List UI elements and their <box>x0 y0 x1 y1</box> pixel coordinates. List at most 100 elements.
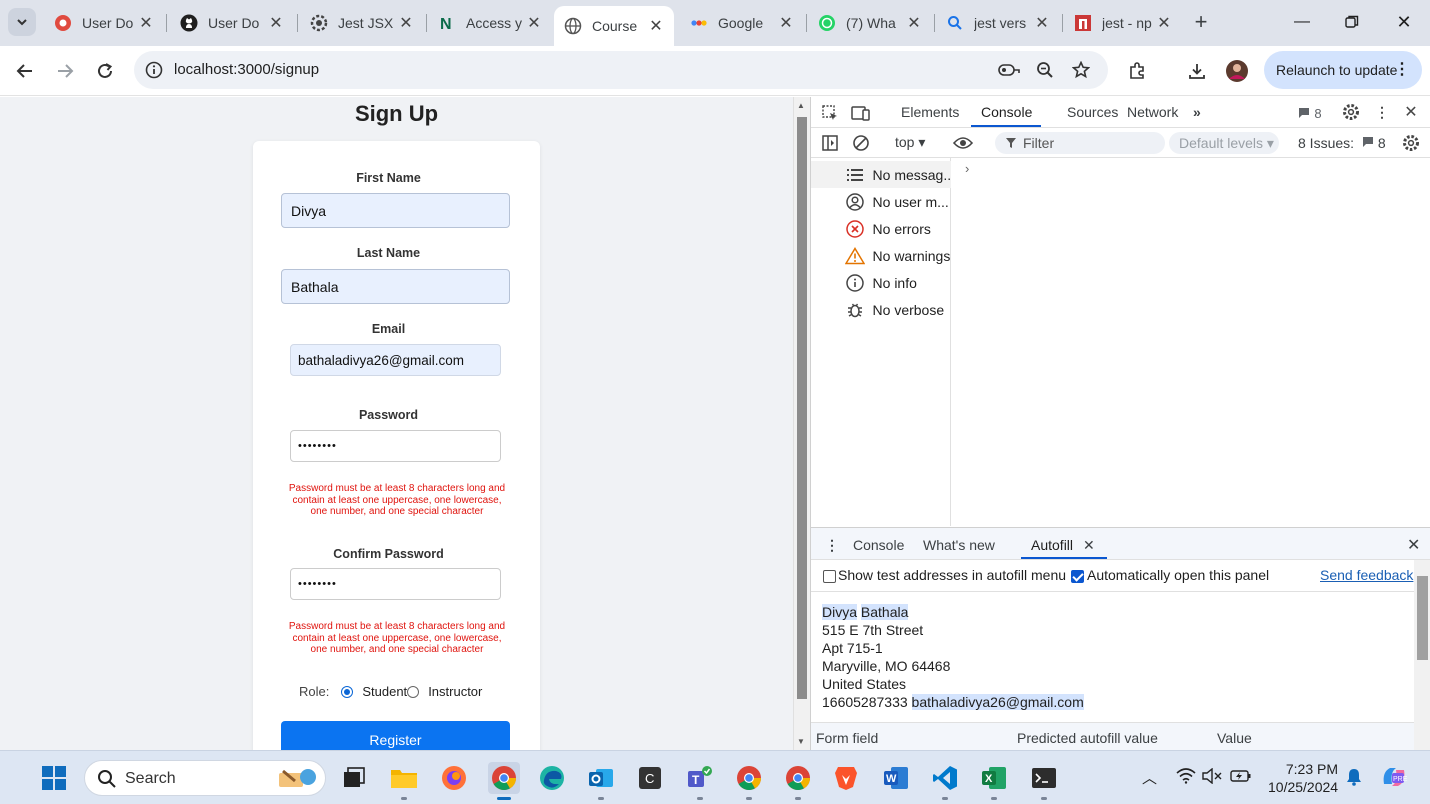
tab-elements[interactable]: Elements <box>901 104 959 120</box>
battery-icon[interactable] <box>1230 768 1252 788</box>
browser-tab[interactable]: Google ✕ <box>680 6 804 40</box>
close-icon[interactable]: ✕ <box>526 13 542 33</box>
browser-tab[interactable]: (7) Wha ✕ <box>808 6 932 40</box>
extensions-button[interactable] <box>1124 58 1150 84</box>
profile-avatar[interactable] <box>1224 58 1250 84</box>
terminal-app[interactable] <box>1028 762 1060 794</box>
close-icon[interactable]: ✕ <box>398 13 414 33</box>
sidebar-toggle-icon[interactable] <box>820 133 840 153</box>
drawer-tab-whats-new[interactable]: What's new <box>923 537 995 553</box>
console-prompt-chevron-icon[interactable]: › <box>965 161 969 176</box>
relaunch-button[interactable]: Relaunch to update ⋮ <box>1264 51 1422 89</box>
bookmark-star-icon[interactable] <box>1070 59 1092 81</box>
send-feedback-link[interactable]: Send feedback <box>1320 567 1413 583</box>
forward-button[interactable] <box>52 58 78 84</box>
browser-tab[interactable]: Jest JSX ✕ <box>300 6 424 40</box>
close-icon[interactable]: ✕ <box>138 13 154 33</box>
tab-sources[interactable]: Sources <box>1067 104 1118 120</box>
password-key-icon[interactable] <box>998 59 1020 81</box>
browser-tab[interactable]: User Do ✕ <box>44 6 164 40</box>
more-tabs-icon[interactable]: » <box>1193 104 1201 120</box>
sidebar-item-verbose[interactable]: No verbose <box>811 296 951 323</box>
console-settings-icon[interactable] <box>1401 133 1421 153</box>
browser-tab[interactable]: jest - np ✕ <box>1064 6 1182 40</box>
grid-header-predicted[interactable]: Predicted autofill value <box>1017 730 1158 746</box>
drawer-scrollbar[interactable] <box>1414 560 1430 751</box>
browser-tab[interactable]: N Access y ✕ <box>428 6 552 40</box>
drawer-menu-icon[interactable]: ⋮ <box>825 537 839 554</box>
notification-bell-icon[interactable] <box>1346 768 1362 790</box>
task-view-app[interactable] <box>338 762 370 794</box>
close-devtools-icon[interactable]: ✕ <box>1401 102 1421 122</box>
browser-tab[interactable]: User Do ✕ <box>170 6 294 40</box>
close-autofill-tab-icon[interactable]: ✕ <box>1083 537 1095 554</box>
tab-network[interactable]: Network <box>1127 104 1178 120</box>
chrome-profile-app-2[interactable] <box>782 762 814 794</box>
settings-gear-icon[interactable] <box>1341 102 1361 122</box>
email-field[interactable]: bathaladivya26@gmail.com <box>290 344 501 376</box>
menu-dots-icon[interactable]: ⋮ <box>1394 51 1410 89</box>
issues-counter[interactable]: 8 Issues: 8 <box>1298 135 1386 151</box>
show-test-addresses-checkbox[interactable] <box>823 570 836 583</box>
sidebar-item-messages[interactable]: No messag... <box>811 161 951 188</box>
page-scrollbar[interactable]: ▲ ▼ <box>793 97 810 750</box>
edge-app[interactable] <box>536 762 568 794</box>
reload-button[interactable] <box>92 58 118 84</box>
chrome-app-active[interactable] <box>488 762 520 794</box>
scroll-down-icon[interactable]: ▼ <box>797 737 805 746</box>
live-expression-eye-icon[interactable] <box>953 133 973 153</box>
outlook-app[interactable] <box>585 762 617 794</box>
context-selector[interactable]: top ▾ <box>895 134 925 151</box>
close-icon[interactable]: ✕ <box>906 13 922 33</box>
drawer-tab-autofill[interactable]: Autofill <box>1031 537 1073 553</box>
close-icon[interactable]: ✕ <box>268 13 284 33</box>
taskbar-search[interactable]: Search <box>84 760 326 796</box>
more-options-icon[interactable]: ⋮ <box>1372 102 1392 122</box>
scroll-up-icon[interactable]: ▲ <box>797 101 805 110</box>
file-explorer-app[interactable] <box>388 762 420 794</box>
new-tab-button[interactable]: + <box>1188 10 1214 36</box>
copilot-icon[interactable]: PRE <box>1380 764 1408 794</box>
close-icon[interactable]: ✕ <box>1156 13 1172 33</box>
last-name-field[interactable]: Bathala <box>281 269 510 304</box>
inspect-element-icon[interactable] <box>820 103 840 123</box>
downloads-button[interactable] <box>1184 58 1210 84</box>
show-hidden-icons-chevron-icon[interactable]: ︿ <box>1142 767 1157 788</box>
volume-muted-icon[interactable] <box>1202 767 1222 788</box>
tab-search-button[interactable] <box>8 8 36 36</box>
close-window-button[interactable]: ✕ <box>1384 8 1424 36</box>
sidebar-item-info[interactable]: No info <box>811 269 951 296</box>
scrollbar-thumb[interactable] <box>1417 576 1428 660</box>
clear-console-icon[interactable] <box>851 133 871 153</box>
restore-button[interactable] <box>1332 8 1372 36</box>
close-icon[interactable]: ✕ <box>778 13 794 33</box>
tab-console[interactable]: Console <box>981 104 1032 120</box>
messages-badge[interactable]: 8 <box>1293 103 1327 123</box>
scrollbar-thumb[interactable] <box>797 117 807 699</box>
zoom-icon[interactable] <box>1034 59 1056 81</box>
site-info-icon[interactable] <box>144 60 164 80</box>
sidebar-item-warnings[interactable]: No warnings <box>811 242 951 269</box>
sidebar-item-user-messages[interactable]: No user m... <box>811 188 951 215</box>
address-bar[interactable]: localhost:3000/signup <box>134 51 1108 89</box>
register-button[interactable]: Register <box>281 721 510 750</box>
console-filter-input[interactable]: Filter <box>995 132 1165 154</box>
vscode-app[interactable] <box>929 762 961 794</box>
browser-tab[interactable]: jest vers ✕ <box>936 6 1060 40</box>
excel-app[interactable]: X <box>978 762 1010 794</box>
firefox-app[interactable] <box>438 762 470 794</box>
confirm-password-field[interactable]: •••••••• <box>290 568 501 600</box>
minimize-button[interactable]: — <box>1282 8 1322 36</box>
close-drawer-icon[interactable]: ✕ <box>1407 535 1420 555</box>
student-radio[interactable] <box>341 685 354 698</box>
grid-header-value[interactable]: Value <box>1217 730 1252 746</box>
chrome-profile-app[interactable] <box>733 762 765 794</box>
teams-app[interactable]: T <box>684 762 716 794</box>
system-clock[interactable]: 7:23 PM 10/25/2024 <box>1268 760 1338 796</box>
auto-open-checkbox[interactable] <box>1071 570 1084 583</box>
wifi-icon[interactable] <box>1176 768 1196 788</box>
browser-tab-active[interactable]: Course ✕ <box>554 6 674 46</box>
close-icon[interactable]: ✕ <box>648 16 664 36</box>
log-levels-dropdown[interactable]: Default levels ▾ <box>1169 132 1279 154</box>
word-app[interactable]: W <box>880 762 912 794</box>
